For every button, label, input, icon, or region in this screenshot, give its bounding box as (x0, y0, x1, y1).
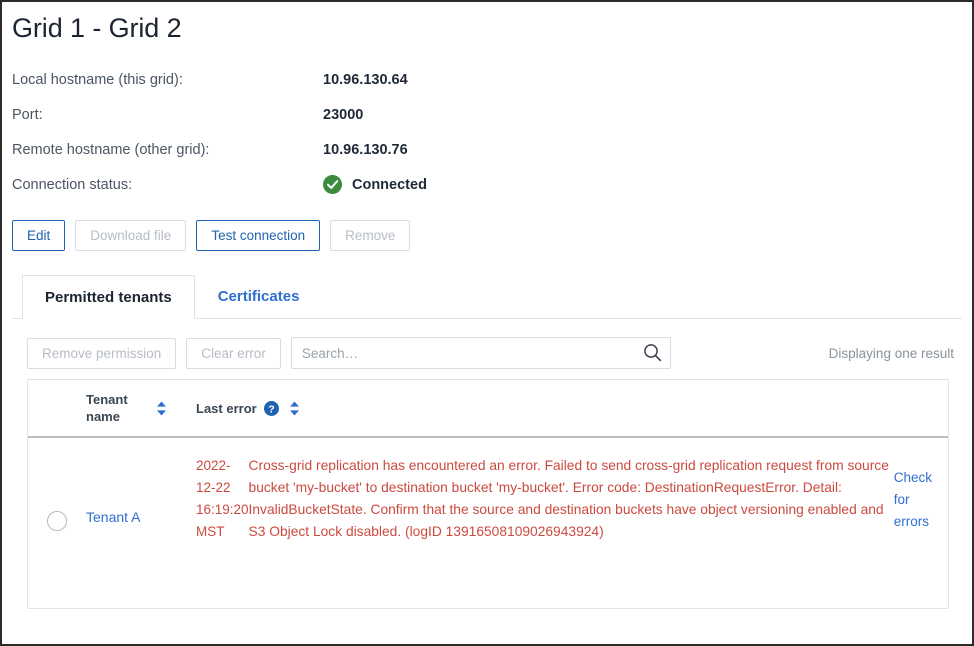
table-row[interactable]: Tenant A 2022-12-22 16:19:20 MST Cross-g… (28, 438, 948, 608)
detail-label-port: Port: (12, 106, 43, 123)
page-title: Grid 1 - Grid 2 (12, 13, 182, 43)
connection-status-text: Connected (352, 176, 427, 193)
detail-row-port: Port: 23000 (12, 97, 962, 132)
download-file-button: Download file (75, 220, 187, 251)
detail-label-connection-status: Connection status: (12, 176, 133, 193)
table-header-tenant-name: Tenant name (86, 391, 196, 425)
search-box (290, 337, 671, 369)
remove-button: Remove (330, 220, 411, 251)
detail-value-local-hostname: 10.96.130.64 (323, 71, 408, 88)
detail-value-remote-hostname: 10.96.130.76 (323, 141, 408, 158)
error-message: Cross-grid replication has encountered a… (248, 458, 889, 539)
table-header-last-error: Last error ? (196, 400, 948, 417)
remove-permission-button: Remove permission (27, 337, 177, 369)
sort-last-error-icon[interactable] (289, 401, 300, 416)
result-count-label: Displaying one result (828, 345, 954, 361)
row-tenant-name-cell: Tenant A (86, 454, 196, 525)
detail-row-local-hostname: Local hostname (this grid): 10.96.130.64 (12, 62, 962, 97)
tenant-name-header-label: Tenant name (86, 391, 146, 425)
tab-permitted-tenants[interactable]: Permitted tenants (22, 275, 195, 319)
edit-button[interactable]: Edit (12, 220, 66, 251)
last-error-header-label: Last error (196, 400, 257, 416)
detail-row-connection-status: Connection status: Connected (12, 167, 962, 202)
search-input[interactable] (290, 337, 671, 369)
tenant-name-header-line1: Tenant (86, 392, 128, 407)
clear-error-button: Clear error (186, 337, 281, 369)
check-for-errors-link[interactable]: Check for errors (894, 467, 932, 533)
detail-label-remote-hostname: Remote hostname (other grid): (12, 141, 210, 158)
test-connection-button[interactable]: Test connection (196, 220, 321, 251)
error-timestamp: 2022-12-22 16:19:20 MST (196, 458, 249, 539)
detail-label-local-hostname: Local hostname (this grid): (12, 71, 183, 88)
row-select-cell (28, 454, 86, 531)
sort-tenant-name-icon[interactable] (156, 401, 167, 416)
check-circle-icon (323, 175, 342, 194)
action-button-row: Edit Download file Test connection Remov… (12, 220, 962, 251)
tenant-name-link[interactable]: Tenant A (86, 509, 141, 525)
permitted-tenants-table: Tenant name Last error ? Tenant A 2022-1… (27, 379, 949, 609)
row-last-error-cell: 2022-12-22 16:19:20 MST Cross-grid repli… (196, 454, 948, 543)
detail-row-remote-hostname: Remote hostname (other grid): 10.96.130.… (12, 132, 962, 167)
help-icon[interactable]: ? (263, 400, 279, 416)
tab-certificates[interactable]: Certificates (195, 274, 323, 318)
page-root: Grid 1 - Grid 2 Local hostname (this gri… (0, 0, 974, 646)
tab-bar: Permitted tenants Certificates (12, 273, 962, 319)
table-header-row: Tenant name Last error ? (28, 380, 948, 438)
detail-value-connection-status: Connected (323, 175, 427, 194)
svg-text:?: ? (268, 403, 274, 415)
detail-value-port: 23000 (323, 106, 364, 123)
connection-details: Local hostname (this grid): 10.96.130.64… (12, 62, 962, 202)
tenant-name-header-line2: name (86, 409, 120, 424)
row-radio-button[interactable] (47, 511, 67, 531)
table-toolbar: Remove permission Clear error Displaying… (12, 337, 962, 369)
